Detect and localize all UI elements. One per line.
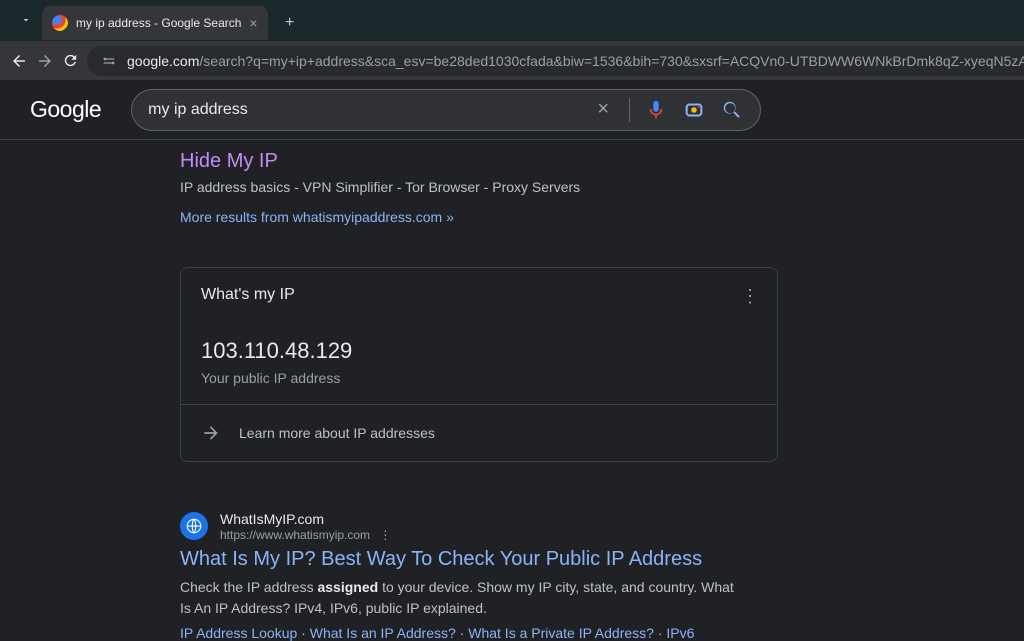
- google-logo[interactable]: Google: [30, 96, 101, 123]
- result-title-link[interactable]: Hide My IP: [180, 150, 1024, 173]
- search-results: Hide My IP IP address basics - VPN Simpl…: [0, 150, 1024, 641]
- clear-search-button[interactable]: ×: [591, 98, 615, 122]
- result-sitelinks: IP Address Lookup · What Is an IP Addres…: [180, 625, 740, 641]
- browser-chrome: my ip address - Google Search × + google…: [0, 0, 1024, 80]
- result-header: WhatIsMyIP.com https://www.whatismyip.co…: [180, 510, 740, 542]
- ip-address-value: 103.110.48.129: [201, 338, 757, 364]
- address-bar[interactable]: google.com/search?q=my+ip+address&sca_es…: [87, 46, 1024, 76]
- result-snippet: IP address basics - VPN Simplifier - Tor…: [180, 179, 1024, 195]
- tabs-dropdown-button[interactable]: [14, 8, 38, 32]
- google-favicon-icon: [52, 15, 68, 31]
- url-bar: google.com/search?q=my+ip+address&sca_es…: [0, 40, 1024, 80]
- tab-bar: my ip address - Google Search × +: [0, 0, 1024, 40]
- result-description: Check the IP address assigned to your de…: [180, 577, 740, 619]
- result-whatismyip: WhatIsMyIP.com https://www.whatismyip.co…: [180, 510, 740, 641]
- search-input[interactable]: [148, 101, 591, 119]
- sitelink-ipv6[interactable]: IPv6: [666, 625, 694, 641]
- learn-more-label: Learn more about IP addresses: [239, 425, 435, 441]
- ip-address-label: Your public IP address: [201, 370, 757, 386]
- search-divider: [629, 98, 630, 122]
- reload-button[interactable]: [62, 47, 79, 75]
- search-submit-icon[interactable]: [720, 98, 744, 122]
- active-tab[interactable]: my ip address - Google Search ×: [42, 6, 268, 40]
- ip-answer-card: What's my IP ⋮ 103.110.48.129 Your publi…: [180, 267, 778, 462]
- voice-search-icon[interactable]: [644, 98, 668, 122]
- result-title-link[interactable]: What Is My IP? Best Way To Check Your Pu…: [180, 548, 740, 571]
- new-tab-button[interactable]: +: [276, 9, 304, 37]
- sitelink-private[interactable]: What Is a Private IP Address?: [468, 625, 654, 641]
- forward-button[interactable]: [36, 47, 54, 75]
- more-results-link[interactable]: More results from whatismyipaddress.com …: [180, 209, 1024, 225]
- ip-card-title: What's my IP: [201, 286, 757, 304]
- ip-card-menu-icon[interactable]: ⋮: [741, 286, 759, 307]
- url-text: google.com/search?q=my+ip+address&sca_es…: [127, 53, 1024, 69]
- close-tab-button[interactable]: ×: [249, 15, 257, 31]
- search-actions: ×: [591, 98, 744, 122]
- lens-search-icon[interactable]: [682, 98, 706, 122]
- sitelink-lookup[interactable]: IP Address Lookup: [180, 625, 297, 641]
- result-menu-icon[interactable]: ⋮: [379, 528, 391, 542]
- ip-card-top: What's my IP ⋮ 103.110.48.129 Your publi…: [181, 268, 777, 405]
- search-box[interactable]: ×: [131, 89, 761, 131]
- tab-title: my ip address - Google Search: [76, 16, 241, 30]
- result-site-url: https://www.whatismyip.com ⋮: [220, 528, 391, 542]
- google-header: Google ×: [0, 80, 1024, 140]
- arrow-right-icon: [201, 423, 221, 443]
- site-info-icon[interactable]: [99, 51, 119, 71]
- globe-icon: [180, 512, 208, 540]
- back-button[interactable]: [10, 47, 28, 75]
- ip-learn-more-link[interactable]: Learn more about IP addresses: [181, 405, 777, 461]
- result-hide-my-ip: Hide My IP IP address basics - VPN Simpl…: [180, 150, 1024, 225]
- result-site-name: WhatIsMyIP.com: [220, 510, 391, 528]
- sitelink-whatis[interactable]: What Is an IP Address?: [310, 625, 456, 641]
